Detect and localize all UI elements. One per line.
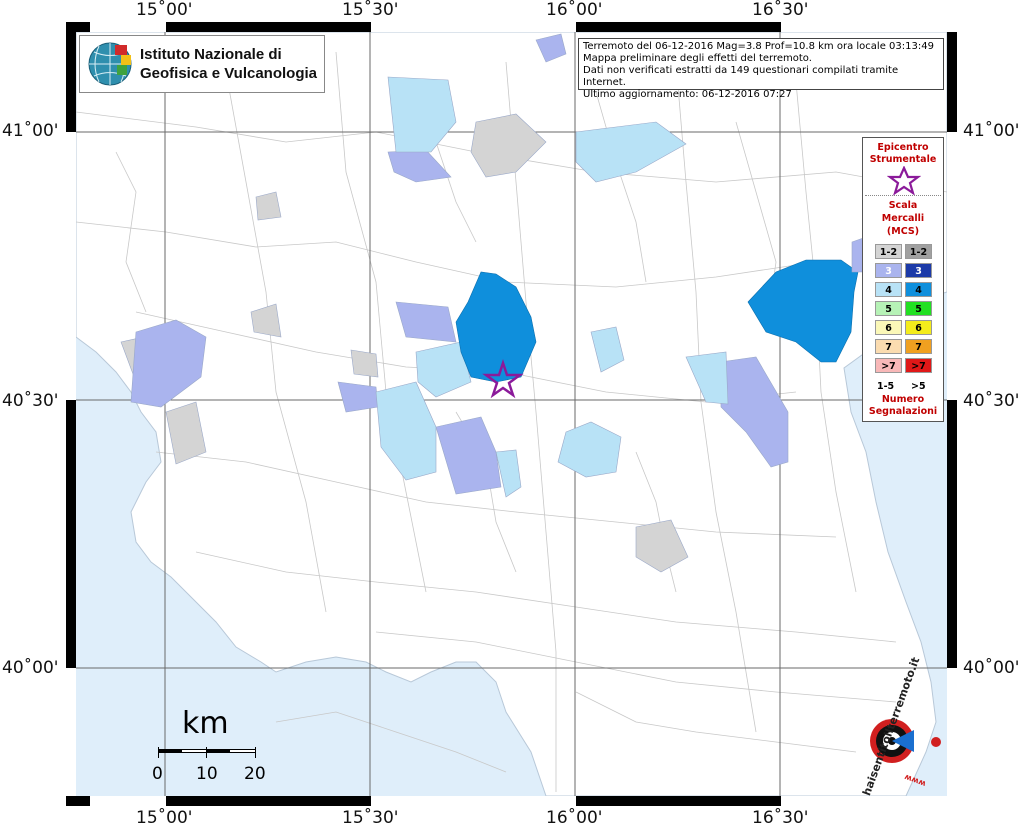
legend-epicenter-star-icon <box>887 166 921 196</box>
legend-row: 44 <box>875 282 935 299</box>
info-line2: Mappa preliminare degli effetti del terr… <box>583 53 812 64</box>
info-line1: Terremoto del 06-12-2016 Mag=3.8 Prof=10… <box>583 41 934 52</box>
legend-swatch-dark: >7 <box>905 358 932 373</box>
globe-logo-icon <box>88 42 132 86</box>
bottom-lon-label-2: 15˚30' <box>342 808 399 828</box>
area-mcs12 <box>350 349 379 378</box>
top-lon-label-1: 15˚00' <box>136 0 193 20</box>
frame-left <box>66 22 76 806</box>
legend-row: >7 >7 <box>875 358 935 375</box>
info-line4: Ultimo aggiornamento: 06-12-2016 07:27 <box>583 89 792 100</box>
institute-logo-box: Istituto Nazionale di Geofisica e Vulcan… <box>79 35 325 93</box>
scalebar-tick-0: 0 <box>152 764 163 784</box>
left-lat-label-3: 40˚00' <box>2 658 59 678</box>
legend-swatch-dark: 6 <box>905 320 932 335</box>
bottom-lon-label-4: 16˚30' <box>752 808 809 828</box>
legend-swatch-light: 3 <box>875 263 902 278</box>
scalebar-tick-10: 10 <box>196 764 218 784</box>
legend-scale-title-1: Scala <box>888 200 918 211</box>
legend-scale-title-3: (MCS) <box>886 226 920 237</box>
legend-count-title-2: Segnalazioni <box>868 406 938 417</box>
legend-count-title-1: Numero <box>881 394 925 405</box>
right-lat-label-3: 40˚00' <box>963 658 1020 678</box>
bottom-lon-label-3: 16˚00' <box>546 808 603 828</box>
legend-swatch-light: 4 <box>875 282 902 297</box>
map-canvas[interactable] <box>76 32 947 796</box>
legend-row: 66 <box>875 320 935 337</box>
haisentito-badge[interactable]: haisentitoilterremoto.it www <box>840 655 948 797</box>
scalebar-tick-20: 20 <box>244 764 266 784</box>
scalebar-unit: km <box>182 706 229 741</box>
legend-swatch-dark: 1-2 <box>905 244 932 259</box>
legend-swatch-dark: 5 <box>905 301 932 316</box>
legend-row: 1-2 1-2 <box>875 244 935 261</box>
frame-bottom <box>66 796 957 806</box>
legend-row: 55 <box>875 301 935 318</box>
legend-swatch-light: >7 <box>875 358 902 373</box>
scalebar <box>158 747 256 759</box>
earthquake-info-box: Terremoto del 06-12-2016 Mag=3.8 Prof=10… <box>578 38 944 100</box>
legend-swatch-light: 5 <box>875 301 902 316</box>
right-lat-label-1: 41˚00' <box>963 121 1020 141</box>
legend-count-right: >5 <box>911 381 926 392</box>
legend-epicenter-title-2: Strumentale <box>869 154 937 165</box>
legend-row: 77 <box>875 339 935 356</box>
bottom-lon-label-1: 15˚00' <box>136 808 193 828</box>
legend-swatch-dark: 7 <box>905 339 932 354</box>
legend-swatch-dark: 3 <box>905 263 932 278</box>
institute-name: Istituto Nazionale di Geofisica e Vulcan… <box>140 45 317 83</box>
right-lat-label-2: 40˚30' <box>963 391 1020 411</box>
legend-swatch-dark: 4 <box>905 282 932 297</box>
legend-row: 33 <box>875 263 935 280</box>
legend-swatch-light: 7 <box>875 339 902 354</box>
legend-epicenter-title-1: Epicentro <box>877 142 929 153</box>
info-line3: Dati non verificati estratti da 149 ques… <box>583 65 899 88</box>
top-lon-label-2: 15˚30' <box>342 0 399 20</box>
legend-swatch-light: 6 <box>875 320 902 335</box>
legend-scale-title-2: Mercalli <box>881 213 925 224</box>
legend-swatch-light: 1-2 <box>875 244 902 259</box>
left-lat-label-1: 41˚00' <box>2 121 59 141</box>
frame-right <box>947 22 957 806</box>
top-lon-label-3: 16˚00' <box>546 0 603 20</box>
legend-count-left: 1-5 <box>877 381 895 392</box>
legend: Epicentro Strumentale Scala Mercalli (MC… <box>862 137 944 422</box>
legend-divider <box>865 195 941 196</box>
frame-top <box>66 22 957 32</box>
top-lon-label-4: 16˚30' <box>752 0 809 20</box>
institute-name-line1: Istituto Nazionale di <box>140 46 282 63</box>
left-lat-label-2: 40˚30' <box>2 391 59 411</box>
institute-name-line2: Geofisica e Vulcanologia <box>140 65 317 82</box>
